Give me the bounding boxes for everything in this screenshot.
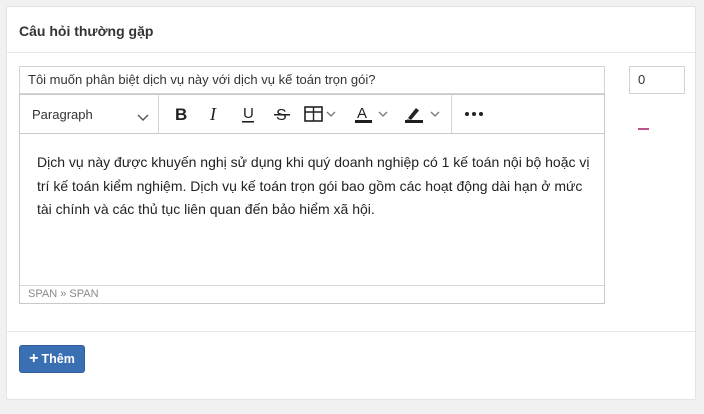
text-color-button[interactable]: A	[353, 101, 393, 127]
underline-icon: U	[237, 105, 259, 131]
question-input[interactable]: Tôi muốn phân biệt dịch vụ này với dịch …	[19, 66, 605, 94]
block-format-select[interactable]: Paragraph	[20, 95, 159, 133]
strikethrough-button[interactable]: S	[271, 101, 293, 127]
add-button-label: Thêm	[41, 352, 75, 366]
remove-button[interactable]	[637, 127, 651, 131]
bold-button[interactable]: B	[170, 101, 192, 127]
panel-header: Câu hỏi thường gặp	[7, 7, 695, 53]
more-icon	[462, 112, 486, 131]
highlight-icon	[403, 108, 445, 131]
plus-icon: +	[29, 349, 39, 367]
svg-text:U: U	[243, 105, 254, 122]
toolbar-separator	[451, 95, 452, 133]
underline-button[interactable]: U	[237, 101, 259, 127]
table-button[interactable]	[303, 101, 341, 127]
more-button[interactable]	[462, 101, 486, 127]
element-path[interactable]: SPAN » SPAN	[28, 288, 99, 300]
block-format-label: Paragraph	[32, 107, 93, 122]
svg-text:I: I	[209, 104, 217, 124]
italic-icon: I	[203, 104, 225, 131]
table-icon	[303, 106, 341, 131]
footer-divider	[7, 331, 695, 332]
editor-statusbar: SPAN » SPAN	[20, 285, 604, 303]
svg-text:A: A	[357, 105, 367, 122]
bold-icon: B	[170, 105, 192, 131]
add-button[interactable]: + Thêm	[19, 345, 85, 373]
chevron-down-icon	[137, 109, 149, 127]
strikethrough-icon: S	[271, 107, 293, 131]
panel-title: Câu hỏi thường gặp	[19, 23, 154, 39]
rich-text-editor[interactable]: Paragraph B I U A Dịch vụ này được khuyế…	[19, 94, 605, 304]
editor-toolbar: Paragraph B I U A	[20, 95, 604, 134]
highlight-button[interactable]	[403, 101, 445, 127]
text-color-icon: A	[353, 105, 393, 131]
faq-panel: Câu hỏi thường gặp Tôi muốn phân biệt dị…	[6, 6, 696, 400]
svg-text:B: B	[175, 105, 187, 124]
editor-content[interactable]: Dịch vụ này được khuyến nghị sử dụng khi…	[37, 151, 597, 222]
order-input[interactable]: 0	[629, 66, 685, 94]
minus-icon	[638, 128, 649, 130]
italic-button[interactable]: I	[203, 101, 225, 127]
